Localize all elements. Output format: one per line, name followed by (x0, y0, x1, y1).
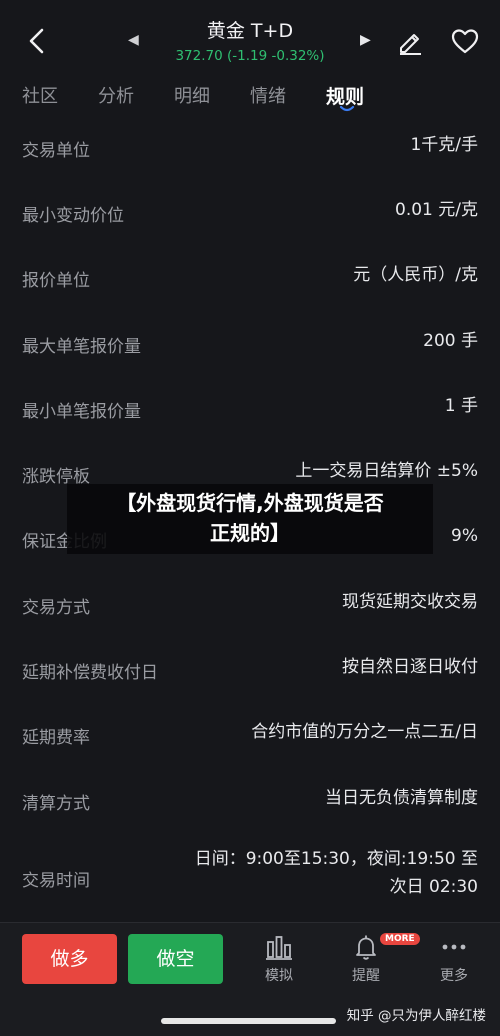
top-bar: ◀ 黄金 T+D 372.70 (-1.19 -0.32%) ▶ (0, 0, 500, 80)
price-quote: 372.70 (-1.19 -0.32%) (175, 48, 325, 64)
rule-label: 清算方式 (22, 794, 90, 814)
rule-value: 9% (451, 526, 478, 546)
rule-value: 0.01 元/克 (395, 200, 478, 220)
tab-rules[interactable]: 规则 (326, 82, 364, 109)
simulate-label: 模拟 (265, 968, 293, 984)
banner-line-2: 正规的】 (210, 521, 290, 545)
tab-bar: 社区 分析 明细 情绪 规则 (0, 78, 500, 124)
simulate-button[interactable]: 模拟 (251, 933, 307, 985)
bar-chart-icon (266, 936, 292, 960)
rule-value: 200 手 (423, 331, 478, 351)
triangle-right-icon[interactable]: ▶ (360, 32, 371, 48)
more-button[interactable]: 更多 (426, 933, 482, 985)
tab-community[interactable]: 社区 (22, 82, 58, 108)
active-tab-indicator (339, 106, 355, 112)
rule-label: 最大单笔报价量 (22, 337, 141, 357)
rule-label: 最小单笔报价量 (22, 402, 141, 422)
triangle-left-icon[interactable]: ◀ (128, 32, 139, 48)
instrument-header: 黄金 T+D 372.70 (-1.19 -0.32%) (150, 18, 350, 66)
tab-analysis[interactable]: 分析 (98, 82, 134, 108)
page-title: 黄金 T+D (206, 20, 294, 42)
sell-short-button[interactable]: 做空 (128, 934, 223, 984)
source-credit: 知乎 @只为伊人醉红楼 (346, 1008, 486, 1024)
rule-value: 当日无负债清算制度 (325, 788, 478, 808)
banner-line-1: 【外盘现货行情,外盘现货是否 (116, 491, 384, 515)
rule-label: 报价单位 (22, 271, 90, 291)
new-badge: MORE (380, 933, 420, 945)
rule-label: 最小变动价位 (22, 206, 124, 226)
tab-details[interactable]: 明细 (174, 82, 210, 108)
pencil-icon[interactable] (396, 27, 424, 55)
rule-value-line1: 日间：9:00至15:30，夜间:19:50 至 (194, 849, 478, 869)
rule-label: 交易时间 (22, 871, 90, 891)
rule-value: 1 手 (444, 396, 478, 416)
chevron-left-icon[interactable] (24, 26, 50, 56)
rule-value: 上一交易日结算价 ±5% (295, 461, 478, 481)
bell-icon (356, 935, 376, 960)
rule-value: 1千克/手 (410, 135, 478, 155)
tab-sentiment[interactable]: 情绪 (250, 82, 286, 108)
rule-label: 延期补偿费收付日 (22, 663, 158, 683)
home-indicator[interactable] (161, 1018, 336, 1024)
buy-long-button[interactable]: 做多 (22, 934, 117, 984)
alert-label: 提醒 (352, 968, 380, 984)
rule-value: 现货延期交收交易 (342, 592, 478, 612)
more-label: 更多 (440, 968, 468, 984)
rule-value-line2: 次日 02:30 (389, 877, 478, 897)
heart-icon[interactable] (450, 27, 480, 55)
rule-value: 合约市值的万分之一点二五/日 (251, 722, 478, 742)
rule-value: 按自然日逐日收付 (342, 657, 478, 677)
watermark-banner: 【外盘现货行情,外盘现货是否 正规的】 (67, 484, 433, 554)
rule-label: 交易方式 (22, 598, 90, 618)
rule-label: 延期费率 (22, 728, 90, 748)
rule-label: 交易单位 (22, 141, 90, 161)
more-dots-icon (442, 944, 466, 950)
rule-value: 元（人民币）/克 (353, 265, 478, 285)
